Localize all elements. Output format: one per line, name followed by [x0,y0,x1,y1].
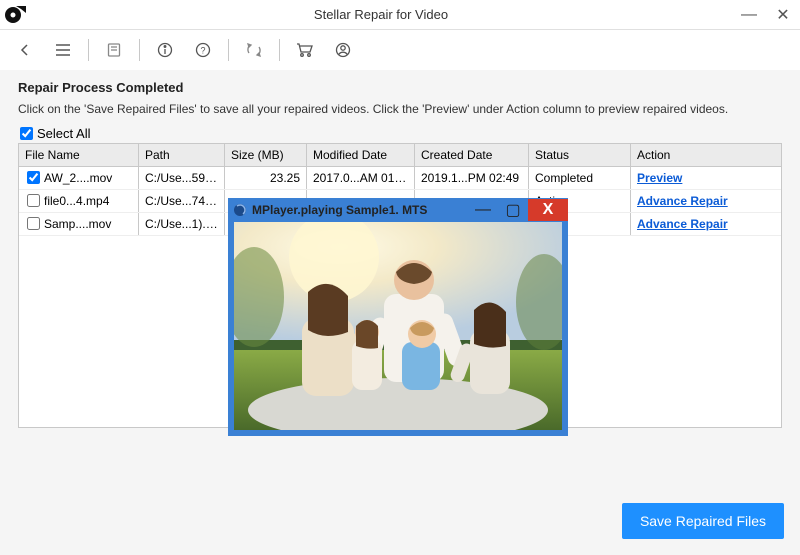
user-icon[interactable] [326,33,360,67]
app-logo [0,0,30,30]
cell-status: Completed [529,167,631,189]
select-all-text: Select All [37,126,90,141]
mplayer-titlebar[interactable]: MPlayer.playing Sample1. MTS — ▢ X [228,198,568,222]
cart-icon[interactable] [288,33,322,67]
mplayer-icon [228,203,252,217]
page-description: Click on the 'Save Repaired Files' to sa… [18,101,758,118]
save-repaired-files-button[interactable]: Save Repaired Files [622,503,784,539]
close-button[interactable]: ✕ [766,0,800,30]
titlebar: Stellar Repair for Video — ✕ [0,0,800,30]
toolbar: ? [0,30,800,70]
col-status[interactable]: Status [529,144,631,166]
cell-modified: 2017.0...AM 01:30 [307,167,415,189]
action-link-preview[interactable]: Preview [637,171,682,185]
mplayer-close-button[interactable]: X [528,199,568,221]
help-icon[interactable]: ? [186,33,220,67]
row-checkbox[interactable] [27,171,40,184]
minimize-button[interactable]: — [732,0,766,30]
mplayer-window[interactable]: MPlayer.playing Sample1. MTS — ▢ X [228,198,568,436]
cell-filename: Samp....mov [44,217,111,231]
select-all-label[interactable]: Select All [18,126,782,141]
select-all-checkbox[interactable] [20,127,33,140]
col-filename[interactable]: File Name [19,144,139,166]
action-link-advance-repair[interactable]: Advance Repair [637,217,728,231]
svg-text:?: ? [200,46,205,56]
menu-button[interactable] [46,33,80,67]
row-checkbox[interactable] [27,194,40,207]
cell-filename: AW_2....mov [44,171,112,185]
mplayer-video-area[interactable] [234,222,562,430]
mplayer-minimize-button[interactable]: — [468,199,498,221]
info-icon[interactable] [148,33,182,67]
back-button[interactable] [8,33,42,67]
col-path[interactable]: Path [139,144,225,166]
row-checkbox[interactable] [27,217,40,230]
refresh-icon[interactable] [237,33,271,67]
table-header: File Name Path Size (MB) Modified Date C… [19,144,781,167]
col-modified[interactable]: Modified Date [307,144,415,166]
cell-path: C:/Use...74.mov [139,190,225,212]
save-icon[interactable] [97,33,131,67]
cell-size: 23.25 [225,167,307,189]
window-title: Stellar Repair for Video [30,7,732,22]
cell-path: C:/Use...1).mov [139,213,225,235]
table-row[interactable]: AW_2....mov C:/Use...59.mov 23.25 2017.0… [19,167,781,190]
col-size[interactable]: Size (MB) [225,144,307,166]
cell-path: C:/Use...59.mov [139,167,225,189]
action-link-advance-repair[interactable]: Advance Repair [637,194,728,208]
col-action[interactable]: Action [631,144,777,166]
mplayer-title: MPlayer.playing Sample1. MTS [252,203,468,217]
mplayer-maximize-button[interactable]: ▢ [498,199,528,221]
page-title: Repair Process Completed [18,80,782,95]
col-created[interactable]: Created Date [415,144,529,166]
cell-created: 2019.1...PM 02:49 [415,167,529,189]
cell-filename: file0...4.mp4 [44,194,109,208]
